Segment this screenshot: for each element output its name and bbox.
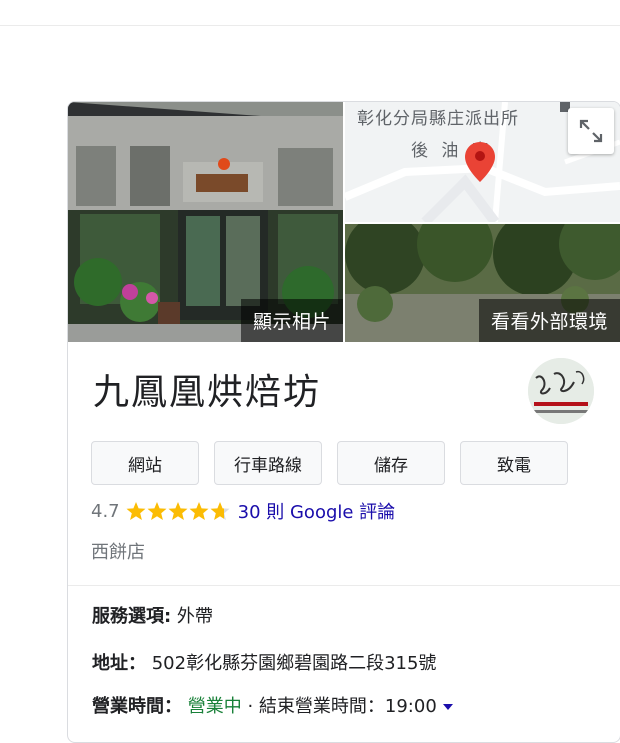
business-category: 西餅店 (91, 542, 145, 563)
business-logo (528, 358, 594, 424)
service-options-row: 服務選項: 外帶 (92, 602, 213, 628)
reviews-link[interactable]: 30 則 Google 評論 (238, 498, 396, 524)
business-name: 九鳳凰烘焙坊 (93, 372, 322, 413)
storefront-photo[interactable]: 顯示相片 (68, 102, 343, 342)
address-value[interactable]: 502彰化縣芬園鄉碧園路二段315號 (146, 653, 437, 674)
website-button[interactable]: 網站 (91, 441, 199, 485)
rating-stars (126, 500, 230, 522)
expand-icon (579, 119, 603, 143)
directions-button[interactable]: 行車路線 (214, 441, 322, 485)
address-key: 地址： (92, 653, 146, 674)
rating-row: 4.7 30 則 Google 評論 (91, 498, 395, 524)
section-divider (68, 585, 620, 586)
hours-key: 營業時間： (92, 696, 182, 717)
open-status: 營業中 (182, 696, 242, 717)
expand-map-button[interactable] (568, 108, 614, 154)
rating-value: 4.7 (91, 500, 120, 522)
knowledge-panel: 顯示相片 彰化分局縣庄派出所 後 油 車 看看外部環境 九鳳凰烘焙坊 網站 行車… (67, 101, 620, 743)
logo-image (528, 358, 594, 424)
map-pin-icon (465, 142, 495, 182)
service-options-value: 外帶 (171, 606, 213, 627)
closing-time: · 結束營業時間：19:00 (241, 696, 437, 717)
hours-dropdown-icon[interactable] (442, 704, 453, 710)
street-view-thumbnail[interactable]: 看看外部環境 (345, 224, 620, 342)
map-label-police: 彰化分局縣庄派出所 (357, 109, 519, 129)
address-row: 地址： 502彰化縣芬園鄉碧園路二段315號 (92, 649, 436, 675)
star-icons (126, 502, 230, 520)
save-button[interactable]: 儲存 (337, 441, 445, 485)
street-view-label[interactable]: 看看外部環境 (478, 299, 620, 342)
show-photos-label[interactable]: 顯示相片 (240, 299, 343, 342)
call-button[interactable]: 致電 (460, 441, 568, 485)
header-divider (0, 25, 620, 26)
hours-row: 營業時間： 營業中 · 結束營業時間：19:00 (92, 692, 453, 718)
map-thumbnail[interactable]: 彰化分局縣庄派出所 後 油 車 (345, 102, 620, 222)
service-options-key: 服務選項: (92, 606, 172, 627)
